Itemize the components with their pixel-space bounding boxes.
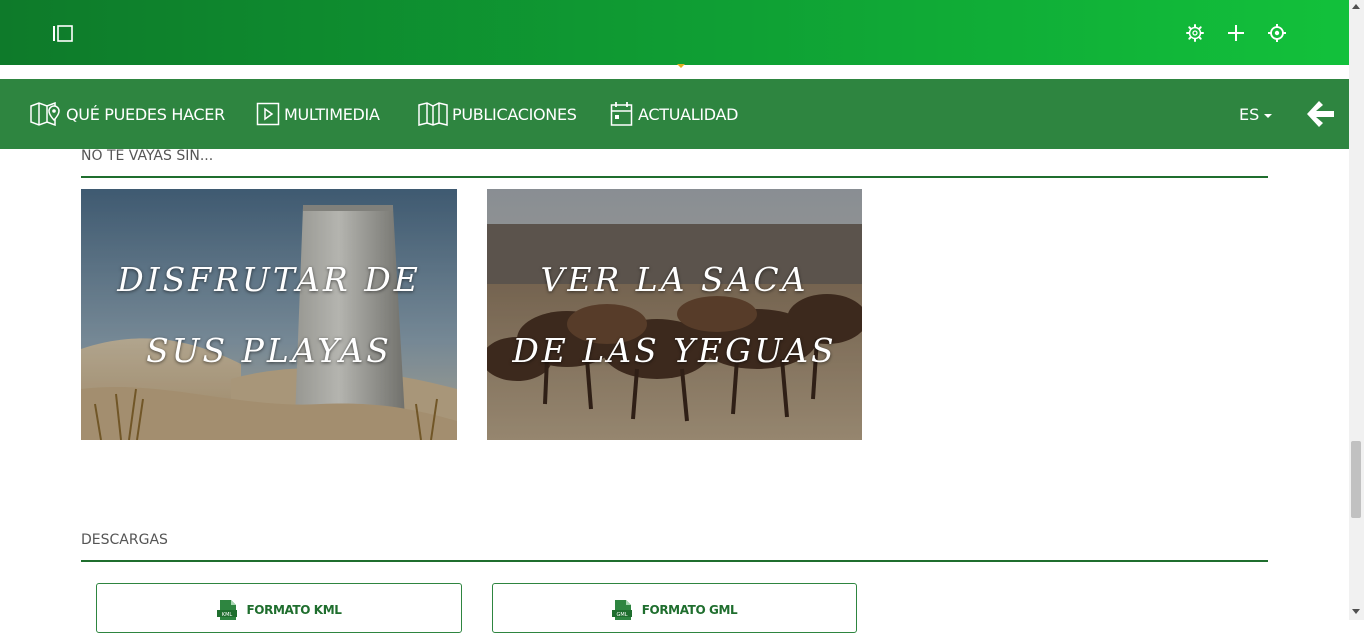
section-title-descargas: DESCARGAS [81,532,168,548]
nav-item-label: MULTIMEDIA [284,104,380,124]
gear-icon[interactable] [1185,23,1205,43]
file-kml-icon: KML [216,600,237,620]
nav-item-publicaciones[interactable]: PUBLICACIONES [418,79,577,149]
download-label: FORMATO GML [641,603,738,617]
language-selector[interactable]: ES [1239,79,1273,149]
svg-text:KML: KML [221,612,232,618]
nav-item-label: QUÉ PUEDES HACER [66,104,225,124]
svg-text:GML: GML [616,612,627,618]
nav-item-actualidad[interactable]: ACTUALIDAD [610,79,739,149]
sidebar-toggle-icon[interactable] [52,24,74,42]
language-label: ES [1239,104,1260,124]
nav-item-que-puedes-hacer[interactable]: QUÉ PUEDES HACER [30,79,225,149]
scrollbar-thumb[interactable] [1351,441,1361,518]
active-indicator [677,64,685,68]
nav-item-label: ACTUALIDAD [638,104,739,124]
crosshair-icon[interactable] [1267,23,1287,43]
section-divider [81,560,1268,562]
file-gml-icon: GML [611,600,632,620]
nav-item-multimedia[interactable]: MULTIMEDIA [256,79,380,149]
vertical-scrollbar[interactable] [1349,0,1364,620]
download-kml-button[interactable]: KML FORMATO KML [96,583,462,633]
card-caption: DISFRUTAR DE SUS PLAYAS [117,259,421,370]
map-pin-icon [30,102,60,126]
nav-item-label: PUBLICACIONES [452,104,577,124]
play-icon [256,102,280,126]
card-caption: VER LA SACA DE LAS YEGUAS [512,259,837,370]
chevron-down-icon [1264,113,1273,118]
download-gml-button[interactable]: GML FORMATO GML [492,583,857,633]
section-title-no-te-vayas: NO TE VAYAS SIN... [81,148,214,164]
calendar-icon [610,102,633,126]
main-navbar: QUÉ PUEDES HACER MULTIMEDIA PUBLICACIONE… [0,79,1349,149]
card-disfrutar-playas[interactable]: DISFRUTAR DE SUS PLAYAS [81,189,457,440]
scroll-down-icon[interactable] [1352,609,1360,614]
arrow-left-icon[interactable] [1304,98,1336,130]
scroll-up-icon[interactable] [1352,4,1360,9]
card-saca-yeguas[interactable]: VER LA SACA DE LAS YEGUAS [487,189,862,440]
section-divider [81,176,1268,178]
plus-icon[interactable] [1226,23,1246,43]
book-icon [418,102,448,126]
download-label: FORMATO KML [246,603,342,617]
top-bar [0,0,1349,65]
